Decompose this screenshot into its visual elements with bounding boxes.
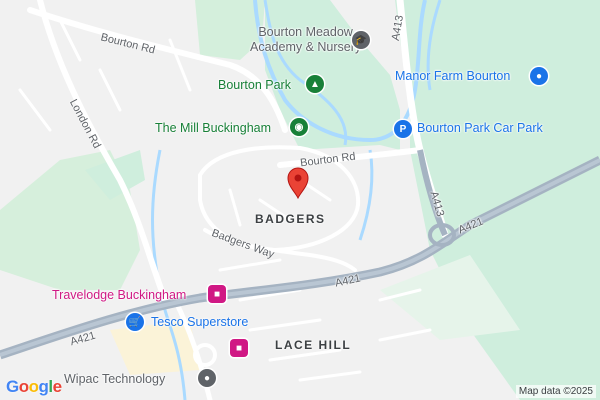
poi-mill-label[interactable]: The Mill Buckingham bbox=[155, 121, 271, 135]
bed-icon[interactable]: ■ bbox=[208, 285, 226, 303]
map-attribution: Map data ©2025 bbox=[515, 385, 596, 398]
poi-wipac-label[interactable]: Wipac Technology bbox=[64, 372, 165, 386]
woodland-area-east bbox=[395, 0, 600, 400]
poi-park-label[interactable]: Bourton Park bbox=[218, 78, 291, 92]
pin-icon[interactable]: ● bbox=[198, 369, 216, 387]
school-icon[interactable]: 🎓 bbox=[352, 31, 370, 49]
google-logo: Google bbox=[6, 377, 62, 396]
poi-carpark-label[interactable]: Bourton Park Car Park bbox=[417, 121, 543, 135]
parking-icon[interactable]: P bbox=[394, 120, 412, 138]
poi-school-label[interactable]: Bourton Meadow Academy & Nursery bbox=[250, 25, 361, 55]
tree-icon[interactable]: ▲ bbox=[306, 75, 324, 93]
poi-school-line1: Bourton Meadow bbox=[258, 25, 353, 39]
river-small bbox=[358, 149, 374, 241]
cart-icon[interactable]: 🛒 bbox=[126, 313, 144, 331]
lock-bag-icon[interactable]: ● bbox=[530, 67, 548, 85]
poi-school-line2: Academy & Nursery bbox=[250, 40, 362, 54]
hotel-bed-icon[interactable]: ■ bbox=[230, 339, 248, 357]
area-label-lace-hill: LACE HILL bbox=[275, 338, 352, 352]
poi-travelodge-label[interactable]: Travelodge Buckingham bbox=[52, 288, 186, 302]
map-marker-icon[interactable] bbox=[287, 167, 309, 200]
poi-tesco-label[interactable]: Tesco Superstore bbox=[151, 315, 248, 329]
camera-icon[interactable]: ◉ bbox=[290, 118, 308, 136]
poi-manor-label[interactable]: Manor Farm Bourton bbox=[395, 69, 510, 83]
area-label-badgers: BADGERS bbox=[255, 212, 326, 226]
